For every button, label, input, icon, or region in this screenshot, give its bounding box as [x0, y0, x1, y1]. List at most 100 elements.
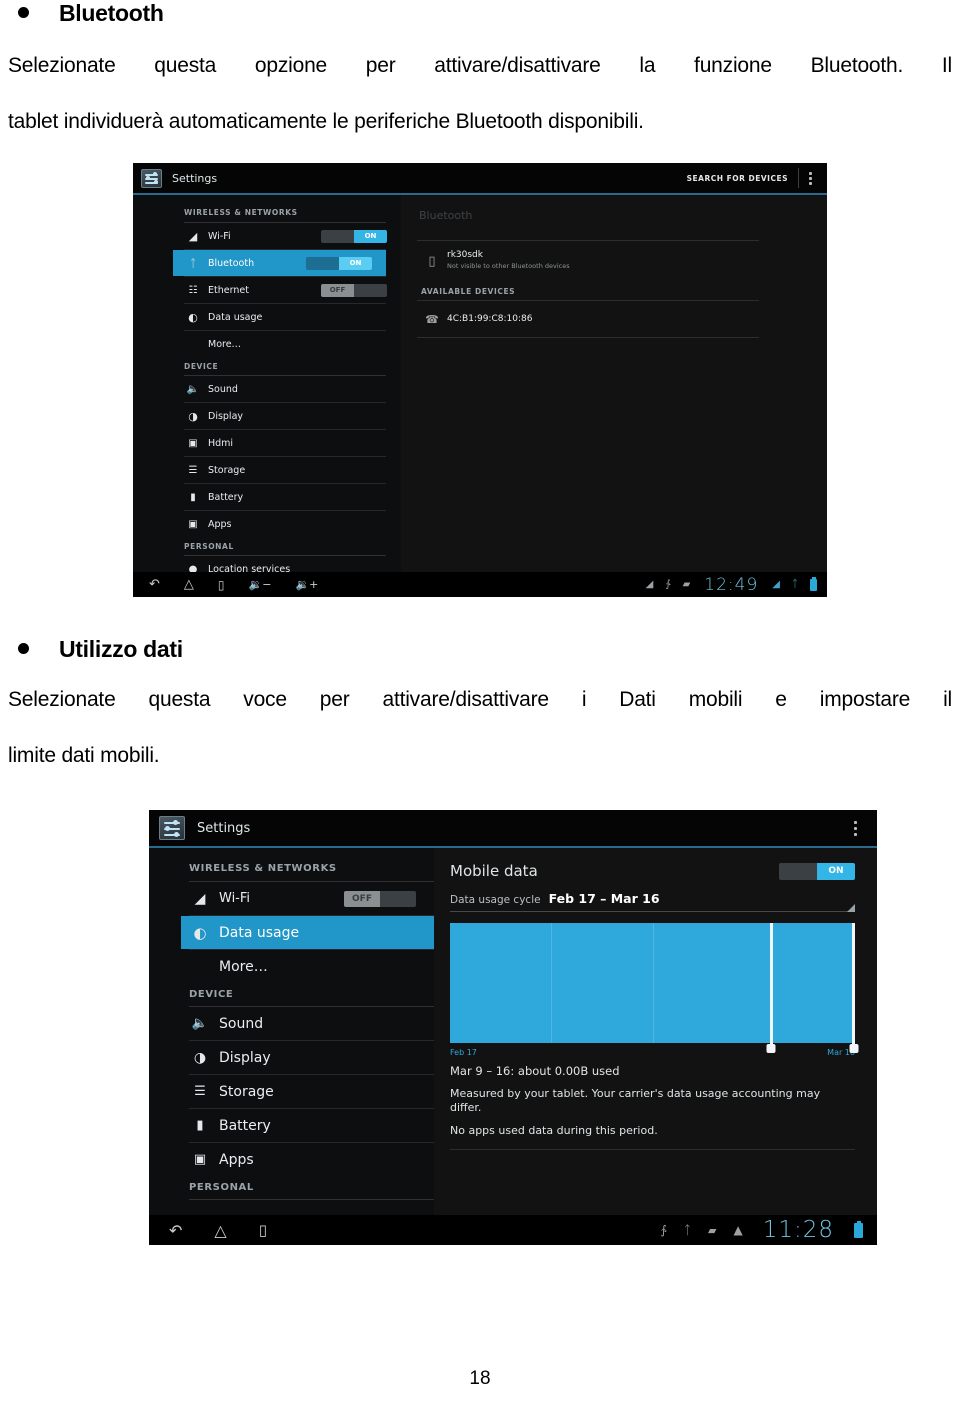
sidebar-item-label: Data usage — [219, 924, 300, 941]
datausage-icon: ◐ — [193, 923, 207, 942]
chart-selection-handle-end[interactable] — [852, 923, 855, 1049]
system-navigation-bar: ↶ △ ▯ ∱ ᛏ ▰ ▲ 11:28 — [149, 1215, 877, 1245]
action-bar-title: Settings — [197, 820, 251, 836]
action-bar: Settings SEARCH FOR DEVICES — [133, 163, 827, 195]
settings-sliders-icon[interactable] — [159, 816, 185, 840]
sidebar-item-storage[interactable]: ☰ Storage — [173, 457, 401, 483]
wifi-toggle[interactable]: OFF — [344, 890, 416, 907]
section-heading-text: Utilizzo dati — [59, 636, 183, 662]
sidebar-group-header-wireless: WIRELESS & NETWORKS — [184, 208, 298, 217]
usage-summary: Mar 9 – 16: about 0.00B used — [450, 1064, 620, 1078]
sidebar-group-header-wireless: WIRELESS & NETWORKS — [189, 863, 337, 874]
wifi-toggle[interactable]: ON — [321, 229, 387, 243]
sidebar-group-header-personal: PERSONAL — [189, 1182, 254, 1193]
wifi-icon: ◢ — [772, 579, 780, 590]
sidebar-item-label: Bluetooth — [208, 257, 255, 269]
kebab-menu-icon[interactable] — [845, 815, 865, 841]
settings-content: WIRELESS & NETWORKS ◢ Wi-Fi ON ᛏ Bluetoo… — [133, 195, 827, 575]
measured-note: Measured by your tablet. Your carrier's … — [450, 1087, 821, 1114]
display-icon: ◑ — [188, 409, 198, 423]
sidebar-item-wifi[interactable]: ◢ Wi-Fi OFF — [181, 882, 434, 915]
sidebar-item-label: More… — [208, 338, 242, 350]
sidebar-group-header-personal: PERSONAL — [184, 542, 234, 551]
cycle-dropdown-underline[interactable] — [450, 904, 855, 912]
own-device-subtitle: Not visible to other Bluetooth devices — [447, 262, 570, 270]
settings-sliders-icon[interactable] — [141, 168, 162, 188]
home-icon[interactable]: △ — [184, 577, 194, 592]
apps-icon: ▣ — [188, 518, 198, 530]
battery-icon: ▮ — [196, 1118, 204, 1133]
bluetooth-detail-panel: Bluetooth ▯ rk30sdk Not visible to other… — [401, 195, 827, 575]
available-devices-header: AVAILABLE DEVICES — [421, 287, 516, 296]
sidebar-item-hdmi[interactable]: ▣ Hdmi — [173, 430, 401, 456]
sidebar-item-ethernet[interactable]: ☷ Ethernet OFF — [173, 277, 401, 303]
status-clock: 11:28 — [762, 1217, 834, 1243]
usb-icon: ∱ — [665, 579, 671, 590]
sidebar-item-apps[interactable]: ▣ Apps — [173, 511, 401, 537]
home-icon[interactable]: △ — [214, 1221, 226, 1240]
sidebar-item-battery[interactable]: ▮ Battery — [181, 1109, 434, 1142]
sidebar-item-label: Ethernet — [208, 284, 249, 296]
search-for-devices-button[interactable]: SEARCH FOR DEVICES — [687, 174, 798, 183]
chart-selection-handle-start[interactable] — [769, 923, 773, 1049]
status-icons[interactable]: ∱ ᛏ ▰ ▲ 11:28 — [661, 1217, 863, 1243]
sidebar-item-display[interactable]: ◑ Display — [181, 1041, 434, 1074]
mobile-data-header-row: Mobile data ON — [450, 862, 855, 880]
bluetooth-icon: ᛏ — [792, 579, 798, 590]
sidebar-item-label: Sound — [219, 1015, 264, 1032]
sidebar-item-wifi[interactable]: ◢ Wi-Fi ON — [173, 223, 401, 249]
bluetooth-toggle[interactable]: ON — [306, 256, 372, 270]
bluetooth-icon: ᛏ — [189, 256, 197, 270]
bullet-icon — [18, 7, 29, 18]
chart-plot-area[interactable] — [450, 923, 855, 1049]
sidebar-item-data-usage[interactable]: ◐ Data usage — [181, 916, 434, 949]
sidebar-item-label: Wi-Fi — [208, 230, 231, 242]
sidebar-item-label: Display — [219, 1049, 271, 1066]
settings-sidebar[interactable]: WIRELESS & NETWORKS ◢ Wi-Fi ON ᛏ Bluetoo… — [133, 195, 401, 575]
divider — [189, 1199, 434, 1200]
paragraph-line: Selezionate questa opzione per attivare/… — [8, 54, 952, 77]
action-bar: Settings — [149, 810, 877, 848]
paragraph-line: limite dati mobili. — [8, 744, 160, 767]
ethernet-toggle[interactable]: OFF — [321, 283, 387, 297]
sidebar-item-more[interactable]: More… — [181, 950, 434, 983]
sidebar-item-label: Storage — [208, 464, 246, 476]
recents-icon[interactable]: ▯ — [259, 1221, 267, 1239]
detail-title: Bluetooth — [419, 209, 473, 222]
back-icon[interactable]: ↶ — [149, 577, 160, 592]
cycle-label: Data usage cycle — [450, 894, 541, 906]
own-device-row[interactable]: ▯ rk30sdk Not visible to other Bluetooth… — [415, 241, 827, 281]
sidebar-item-label: Battery — [208, 491, 244, 503]
sidebar-item-data-usage[interactable]: ◐ Data usage — [173, 304, 401, 330]
data-usage-cycle-row[interactable]: Data usage cycle Feb 17 – Mar 16 — [450, 891, 855, 906]
divider — [450, 1149, 855, 1150]
volume-up-icon[interactable]: 🔉+ — [295, 578, 318, 591]
volume-down-icon[interactable]: 🔉− — [249, 578, 272, 591]
kebab-menu-icon[interactable] — [799, 166, 821, 190]
sidebar-item-display[interactable]: ◑ Display — [173, 403, 401, 429]
sidebar-item-sound[interactable]: 🔈 Sound — [173, 376, 401, 402]
settings-sidebar[interactable]: WIRELESS & NETWORKS ◢ Wi-Fi OFF ◐ Data u… — [149, 848, 434, 1215]
available-device-row[interactable]: ☎ 4C:B1:99:C8:10:86 — [415, 301, 827, 337]
status-icons[interactable]: ◢ ∱ ▰ 12:49 ◢ ᛏ — [646, 575, 817, 595]
section-heading-data-usage: Utilizzo dati — [18, 636, 183, 663]
sidebar-item-battery[interactable]: ▮ Battery — [173, 484, 401, 510]
available-device-name: 4C:B1:99:C8:10:86 — [447, 314, 533, 324]
hdmi-icon: ▣ — [188, 437, 198, 449]
back-icon[interactable]: ↶ — [169, 1221, 182, 1240]
mobile-data-toggle[interactable]: ON — [779, 862, 855, 880]
data-usage-chart[interactable]: Feb 17 Mar 16 — [450, 923, 855, 1057]
sidebar-item-bluetooth[interactable]: ᛏ Bluetooth ON — [173, 250, 386, 276]
sidebar-item-sound[interactable]: 🔈 Sound — [181, 1007, 434, 1040]
recents-icon[interactable]: ▯ — [218, 578, 225, 592]
sound-icon: 🔈 — [186, 383, 200, 395]
battery-icon — [854, 1222, 863, 1238]
sidebar-item-label: Data usage — [208, 311, 263, 323]
usb-icon: ∱ — [660, 1223, 667, 1237]
screenshot-bluetooth-settings: Settings SEARCH FOR DEVICES WIRELESS & N… — [133, 163, 827, 597]
wifi-icon: ◢ — [194, 890, 206, 907]
sidebar-item-storage[interactable]: ☰ Storage — [181, 1075, 434, 1108]
sidebar-item-apps[interactable]: ▣ Apps — [181, 1143, 434, 1176]
sidebar-item-more[interactable]: More… — [173, 331, 401, 357]
bluetooth-icon: ᛏ — [683, 1223, 691, 1237]
